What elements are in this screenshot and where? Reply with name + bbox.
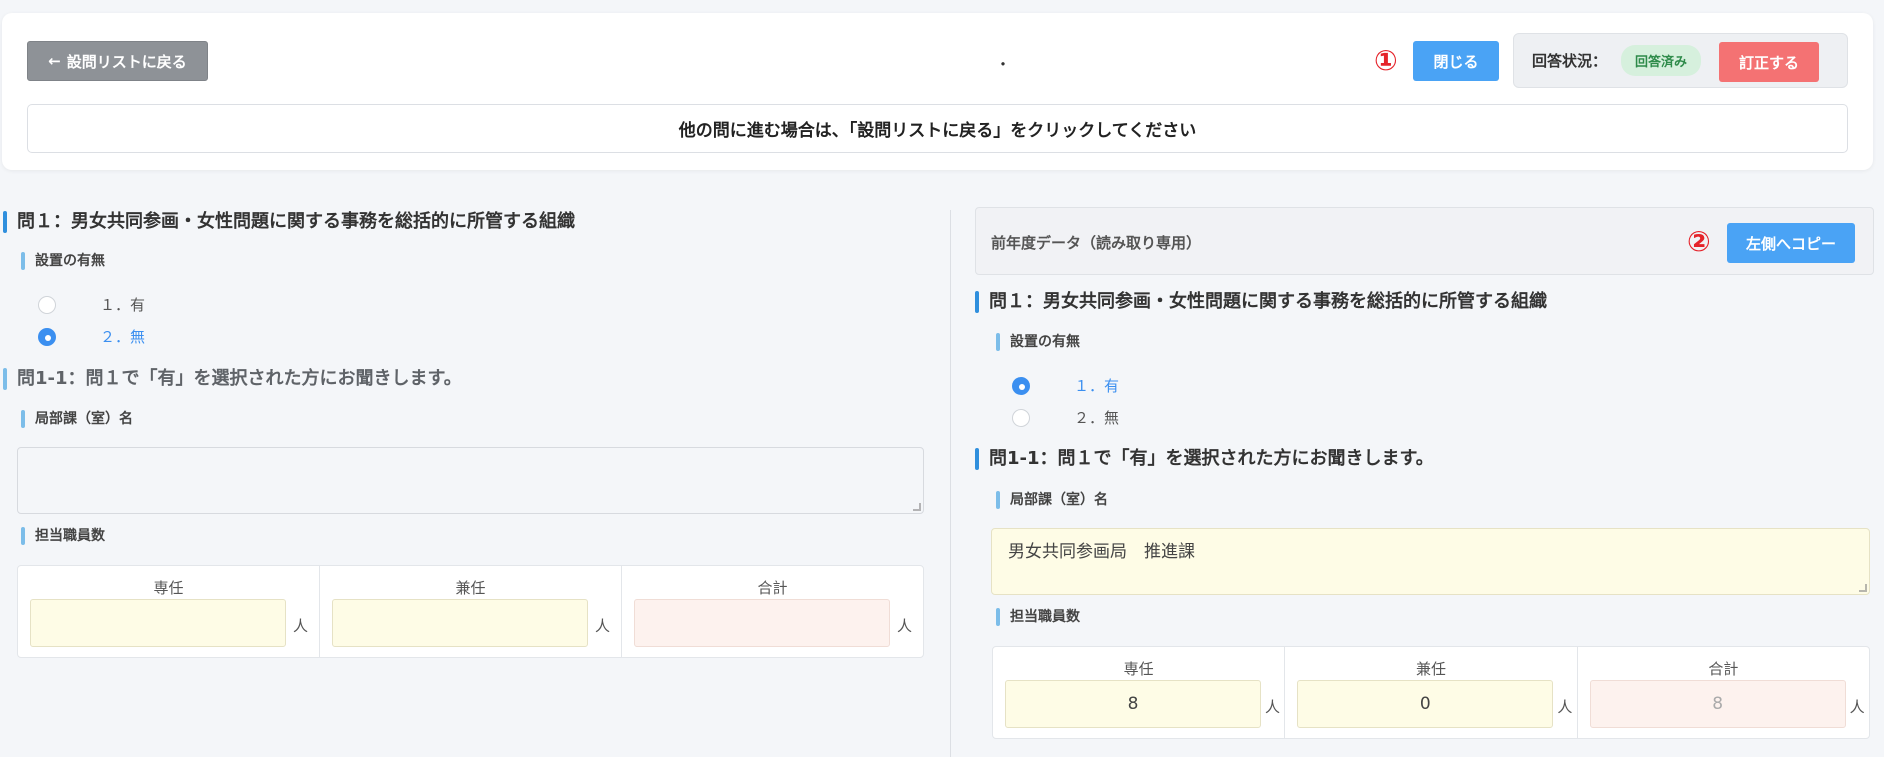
staff-count-label: 担当職員数 [21, 526, 105, 546]
radio-button [1012, 408, 1030, 427]
close-button[interactable]: 閉じる [1413, 41, 1499, 81]
radio-label: １．有 [100, 296, 146, 314]
radio-label: １．有 [1074, 377, 1120, 395]
total-input [634, 599, 890, 647]
previous-year-title: 前年度データ（読み取り専用） [991, 234, 1202, 252]
prev-total-value: 8 [1589, 680, 1846, 728]
concurrent-input[interactable] [332, 599, 588, 647]
current-answer-panel: 問１：男女共同参画・女性問題に関する事務を総括的に所管する組織 設置の有無 １．… [0, 200, 940, 757]
radio-label: ２．無 [100, 328, 146, 346]
radio-button [1012, 376, 1030, 395]
prev-dept-name-textarea: 男女共同参画局 推進課 [991, 528, 1870, 595]
prev-q1-1-title: 問1-1：問１で「有」を選択された方にお聞きします。 [975, 447, 1434, 471]
prev-radio-option-no: ２．無 [1012, 407, 1119, 428]
count-cell-total: 合計 人 [622, 566, 923, 657]
status-badge: 回答済み [1621, 45, 1702, 76]
prev-dept-value: 男女共同参画局 推進課 [1008, 542, 1195, 562]
radio-option-no[interactable]: ２．無 [38, 326, 145, 347]
dept-name-textarea[interactable] [17, 447, 924, 514]
count-cell-dedicated: 専任 人 [18, 566, 320, 657]
prev-count-cell-concurrent: 兼任 0 人 [1285, 647, 1578, 738]
unit-label: 人 [595, 617, 611, 635]
column-header: 専任 [1123, 660, 1154, 678]
prev-staff-count-label: 担当職員数 [996, 607, 1080, 627]
prev-count-cell-total: 合計 8 人 [1578, 647, 1869, 738]
column-header: 兼任 [1415, 660, 1446, 678]
prev-count-cell-dedicated: 専任 8 人 [993, 647, 1286, 738]
column-header: 合計 [757, 579, 788, 597]
correct-button[interactable]: 訂正する [1719, 42, 1819, 82]
count-cell-concurrent: 兼任 人 [320, 566, 622, 657]
resize-grip-icon[interactable] [913, 503, 921, 511]
center-dot: ・ [995, 55, 1012, 74]
dedicated-input[interactable] [30, 599, 286, 647]
notice-message: 他の問に進む場合は、「設問リストに戻る」をクリックしてください [27, 104, 1848, 153]
q1-title: 問１：男女共同参画・女性問題に関する事務を総括的に所管する組織 [3, 210, 575, 234]
column-header: 合計 [1708, 660, 1739, 678]
answer-status-box: 回答状況： 回答済み 訂正する [1513, 33, 1848, 88]
prev-dept-label: 局部課（室）名 [996, 490, 1108, 510]
back-button-label: 設問リストに戻る [66, 52, 187, 71]
column-header: 兼任 [455, 579, 486, 597]
q1-1-title: 問1-1：問１で「有」を選択された方にお聞きします。 [3, 367, 462, 391]
prev-concurrent-value: 0 [1297, 680, 1554, 728]
panel-divider [950, 210, 951, 757]
prev-q1-title: 問１：男女共同参画・女性問題に関する事務を総括的に所管する組織 [975, 290, 1547, 314]
prev-staff-count-table: 専任 8 人 兼任 0 人 合計 8 人 [992, 646, 1870, 739]
radio-button[interactable] [38, 327, 56, 346]
copy-to-left-button[interactable]: 左側へコピー [1727, 223, 1855, 263]
radio-label: ２．無 [1074, 409, 1120, 427]
unit-label: 人 [293, 617, 309, 635]
unit-label: 人 [1557, 698, 1573, 716]
setup-label: 設置の有無 [21, 251, 105, 271]
column-header: 専任 [153, 579, 184, 597]
resize-grip-icon [1859, 584, 1867, 592]
unit-label: 人 [1849, 698, 1865, 716]
prev-dedicated-value: 8 [1005, 680, 1261, 728]
previous-year-header: 前年度データ（読み取り専用） ② 左側へコピー [975, 207, 1874, 275]
unit-label: 人 [1265, 698, 1281, 716]
back-to-list-button[interactable]: ← 設問リストに戻る [27, 41, 208, 81]
previous-year-panel: 前年度データ（読み取り専用） ② 左側へコピー 問１：男女共同参画・女性問題に関… [975, 207, 1874, 757]
header-card: ← 設問リストに戻る ・ ① 閉じる 回答状況： 回答済み 訂正する 他の問に進… [2, 13, 1873, 170]
marker-1: ① [1374, 44, 1398, 77]
prev-setup-label: 設置の有無 [996, 332, 1080, 352]
prev-radio-option-yes: １．有 [1012, 375, 1119, 396]
radio-button[interactable] [38, 295, 56, 314]
marker-2: ② [1687, 225, 1711, 258]
dept-label: 局部課（室）名 [21, 409, 133, 429]
radio-option-yes[interactable]: １．有 [38, 294, 145, 315]
status-label: 回答状況： [1532, 52, 1608, 70]
unit-label: 人 [897, 617, 913, 635]
arrow-left-icon: ← [48, 52, 61, 70]
staff-count-table: 専任 人 兼任 人 合計 人 [17, 565, 924, 658]
